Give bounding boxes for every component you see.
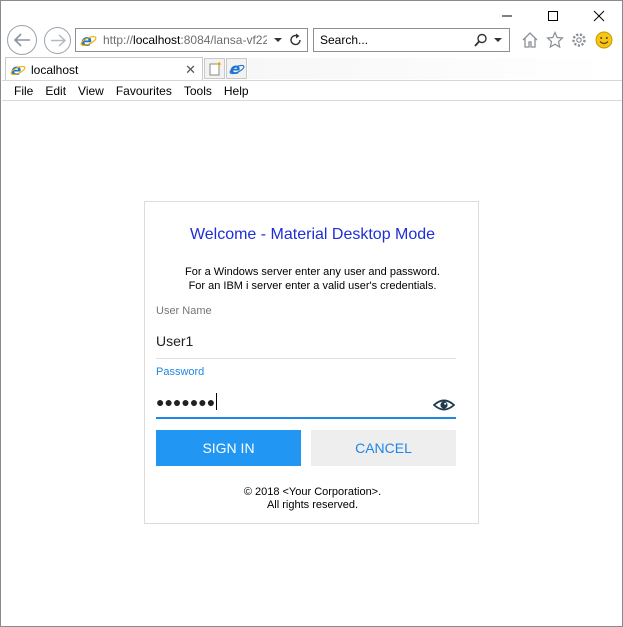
text-caret (216, 393, 218, 410)
maximize-icon (548, 11, 558, 21)
address-bar[interactable]: e http://localhost:8084/lansa-vf22 (75, 28, 308, 52)
forward-arrow-icon (50, 34, 66, 47)
login-description: For a Windows server enter any user and … (145, 265, 480, 293)
tab-strip (248, 58, 613, 79)
maximize-button[interactable] (530, 1, 576, 31)
menu-tools[interactable]: Tools (178, 84, 218, 98)
show-password-icon[interactable] (433, 397, 455, 413)
menu-bar: File Edit View Favourites Tools Help (2, 80, 622, 101)
menu-favourites[interactable]: Favourites (110, 84, 178, 98)
close-window-button[interactable] (576, 1, 622, 31)
login-title: Welcome - Material Desktop Mode (189, 226, 436, 243)
home-button[interactable] (520, 30, 540, 50)
forward-button[interactable] (44, 27, 71, 54)
back-arrow-icon (13, 33, 30, 47)
tab-label: localhost (31, 62, 79, 77)
sign-in-button[interactable]: SIGN IN (156, 430, 301, 466)
ie-page-icon: e (80, 32, 97, 49)
smiley-icon (595, 31, 613, 49)
password-input[interactable]: ●●●●●●● (156, 393, 218, 410)
tab-close-icon[interactable]: ✕ (185, 62, 196, 78)
password-mask: ●●●●●●● (156, 394, 216, 410)
browser-window: e http://localhost:8084/lansa-vf22 Searc… (0, 0, 623, 627)
menu-help[interactable]: Help (218, 84, 255, 98)
copyright: © 2018 <Your Corporation>. All rights re… (145, 486, 480, 512)
minimize-icon (502, 15, 512, 17)
new-tab-button[interactable] (204, 58, 225, 79)
star-icon (546, 31, 564, 49)
refresh-icon[interactable] (289, 33, 303, 47)
ie-logo-icon: e (229, 61, 244, 77)
back-button[interactable] (7, 25, 37, 55)
login-description-line-2: For an IBM i server enter a valid user's… (188, 280, 437, 292)
tab-localhost[interactable]: e localhost ✕ (5, 57, 203, 81)
search-input[interactable]: Search... (320, 33, 368, 47)
copyright-line-2: All rights reserved. (266, 499, 359, 511)
search-box[interactable]: Search... (313, 28, 510, 52)
username-underline (156, 358, 456, 359)
window-controls (484, 1, 622, 31)
copyright-line-1: © 2018 <Your Corporation>. (243, 486, 382, 498)
minimize-button[interactable] (484, 1, 530, 31)
menu-edit[interactable]: Edit (39, 84, 72, 98)
search-dropdown-icon[interactable] (492, 33, 504, 47)
settings-button[interactable] (569, 30, 589, 50)
address-text[interactable]: http://localhost:8084/lansa-vf22 (103, 33, 267, 47)
cancel-button[interactable]: CANCEL (311, 430, 456, 466)
close-icon (593, 10, 605, 22)
menu-view[interactable]: View (72, 84, 110, 98)
gear-icon (572, 33, 586, 47)
address-dropdown-icon[interactable] (272, 33, 284, 47)
new-tab-icon (209, 61, 221, 75)
favorites-button[interactable] (545, 30, 565, 50)
search-icon[interactable] (474, 33, 488, 47)
username-label: User Name (156, 305, 212, 317)
address-host: localhost (133, 33, 181, 47)
menu-file[interactable]: File (8, 84, 39, 98)
feedback-button[interactable] (594, 30, 614, 50)
username-input[interactable]: User1 (156, 333, 193, 349)
login-description-line-1: For a Windows server enter any user and … (185, 266, 440, 278)
address-path: :8084/lansa-vf22 (180, 33, 267, 47)
home-icon (522, 32, 538, 48)
ie-tab-icon: e (10, 62, 26, 78)
ie-quick-tab-button[interactable]: e (226, 58, 247, 79)
password-underline (156, 417, 456, 419)
login-card: Welcome - Material Desktop Mode For a Wi… (144, 201, 479, 524)
address-scheme: http:// (103, 33, 134, 47)
password-label: Password (156, 366, 205, 378)
